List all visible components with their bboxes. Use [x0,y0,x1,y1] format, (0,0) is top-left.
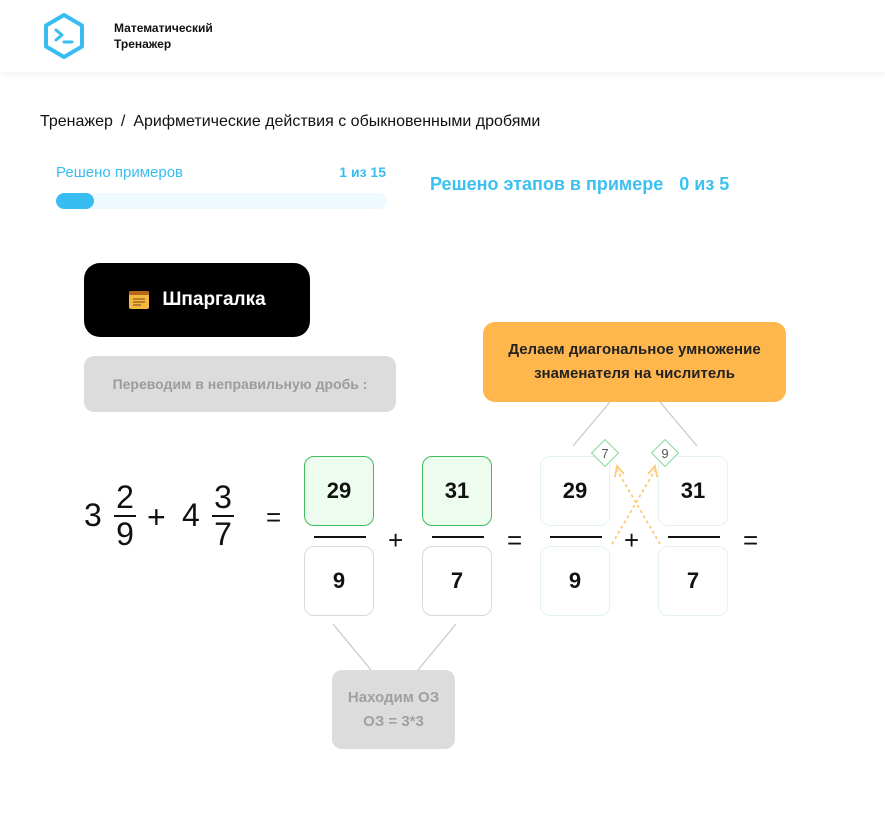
factor-1-value: 7 [601,445,609,461]
step2-fraction1-denominator[interactable]: 9 [540,546,610,616]
common-denominator-hint: Находим ОЗ ОЗ = 3*3 [332,670,455,749]
term1-numerator: 2 [116,479,134,515]
common-denominator-line-2: ОЗ = 3*3 [363,712,424,730]
step2-fraction1-bar [550,536,602,538]
term2-denominator: 7 [214,516,232,552]
term1-denominator: 9 [116,516,134,552]
step1-fraction1-denominator[interactable]: 9 [304,546,374,616]
step2-fraction2-denominator[interactable]: 7 [658,546,728,616]
step1-plus-sign: + [388,525,404,555]
equals-sign-2: = [507,525,523,555]
term1-whole: 3 [84,497,102,533]
step1-fraction1-numerator[interactable]: 29 [304,456,374,526]
step2-fraction2-numerator[interactable]: 31 [658,456,728,526]
step1-fraction1-bar [314,536,366,538]
factor-diamond-1: 7 [590,438,620,468]
factor-2-value: 9 [661,445,669,461]
step2-plus-sign: + [624,525,640,555]
step1-fraction2-bar [432,536,484,538]
common-denominator-line-1: Находим ОЗ [347,688,440,706]
factor-diamond-2: 9 [650,438,680,468]
step1-fraction2-denominator[interactable]: 7 [422,546,492,616]
term2-whole: 4 [182,497,200,533]
step2-fraction2-bar [668,536,720,538]
step2-fraction1-numerator[interactable]: 29 [540,456,610,526]
equals-sign-1: = [266,502,282,532]
term2-numerator: 3 [214,479,232,515]
plus-sign-1: + [147,499,166,535]
equals-sign-3: = [743,525,759,555]
step1-fraction2-numerator[interactable]: 31 [422,456,492,526]
